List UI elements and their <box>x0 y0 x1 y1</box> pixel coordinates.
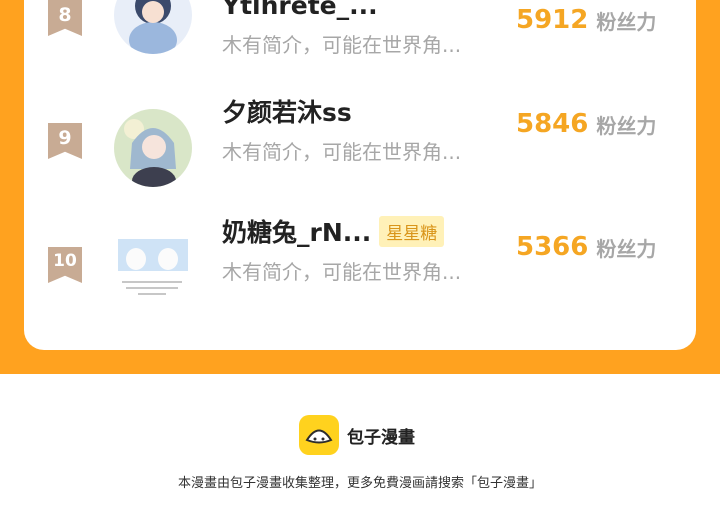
ranking-row[interactable]: 8 Ytlhrete_... 木有简介，可能在世界角... 5912 粉丝力 <box>24 0 696 90</box>
ranking-row[interactable]: 9 夕颜若沐ss 木有简介，可能在世界角... 5846 粉丝力 <box>24 90 696 200</box>
fans-unit: 粉丝力 <box>596 113 657 138</box>
brand-name: 包子漫畫 <box>347 427 415 448</box>
rank-badge: 9 <box>48 123 82 159</box>
avatar[interactable] <box>114 233 192 311</box>
footer-brand[interactable]: 包子漫畫 <box>299 415 415 455</box>
user-name[interactable]: Ytlhrete_... <box>222 0 378 20</box>
user-tag-badge: 星星糖 <box>379 215 445 247</box>
footer-note: 本漫畫由包子漫畫收集整理，更多免費漫画請搜索「包子漫畫」 <box>177 476 542 491</box>
user-bio: 木有简介，可能在世界角... <box>222 33 462 57</box>
avatar[interactable] <box>114 109 192 187</box>
fans-score: 5366 <box>516 232 589 262</box>
fans-score: 5912 <box>516 5 589 35</box>
avatar-image <box>114 233 192 311</box>
fans-unit: 粉丝力 <box>596 9 657 34</box>
user-bio: 木有简介，可能在世界角... <box>222 140 462 164</box>
user-bio: 木有简介，可能在世界角... <box>222 260 462 284</box>
ranking-row[interactable]: 10 奶糖兔_rN... 星星糖 木有简介，可能在世界角... 5366 粉丝力 <box>24 214 696 324</box>
rank-badge: 8 <box>48 0 82 36</box>
user-name[interactable]: 夕颜若沐ss <box>222 93 352 129</box>
ranking-card: 8 Ytlhrete_... 木有简介，可能在世界角... 5912 粉丝力 9 <box>24 0 696 350</box>
avatar-image <box>114 109 192 187</box>
avatar-image <box>114 0 192 54</box>
avatar[interactable] <box>114 0 192 54</box>
rank-badge: 10 <box>48 247 82 283</box>
fans-unit: 粉丝力 <box>596 236 657 261</box>
user-name[interactable]: 奶糖兔_rN... <box>222 213 371 249</box>
bun-logo-icon <box>299 415 339 455</box>
fans-score: 5846 <box>516 109 589 139</box>
